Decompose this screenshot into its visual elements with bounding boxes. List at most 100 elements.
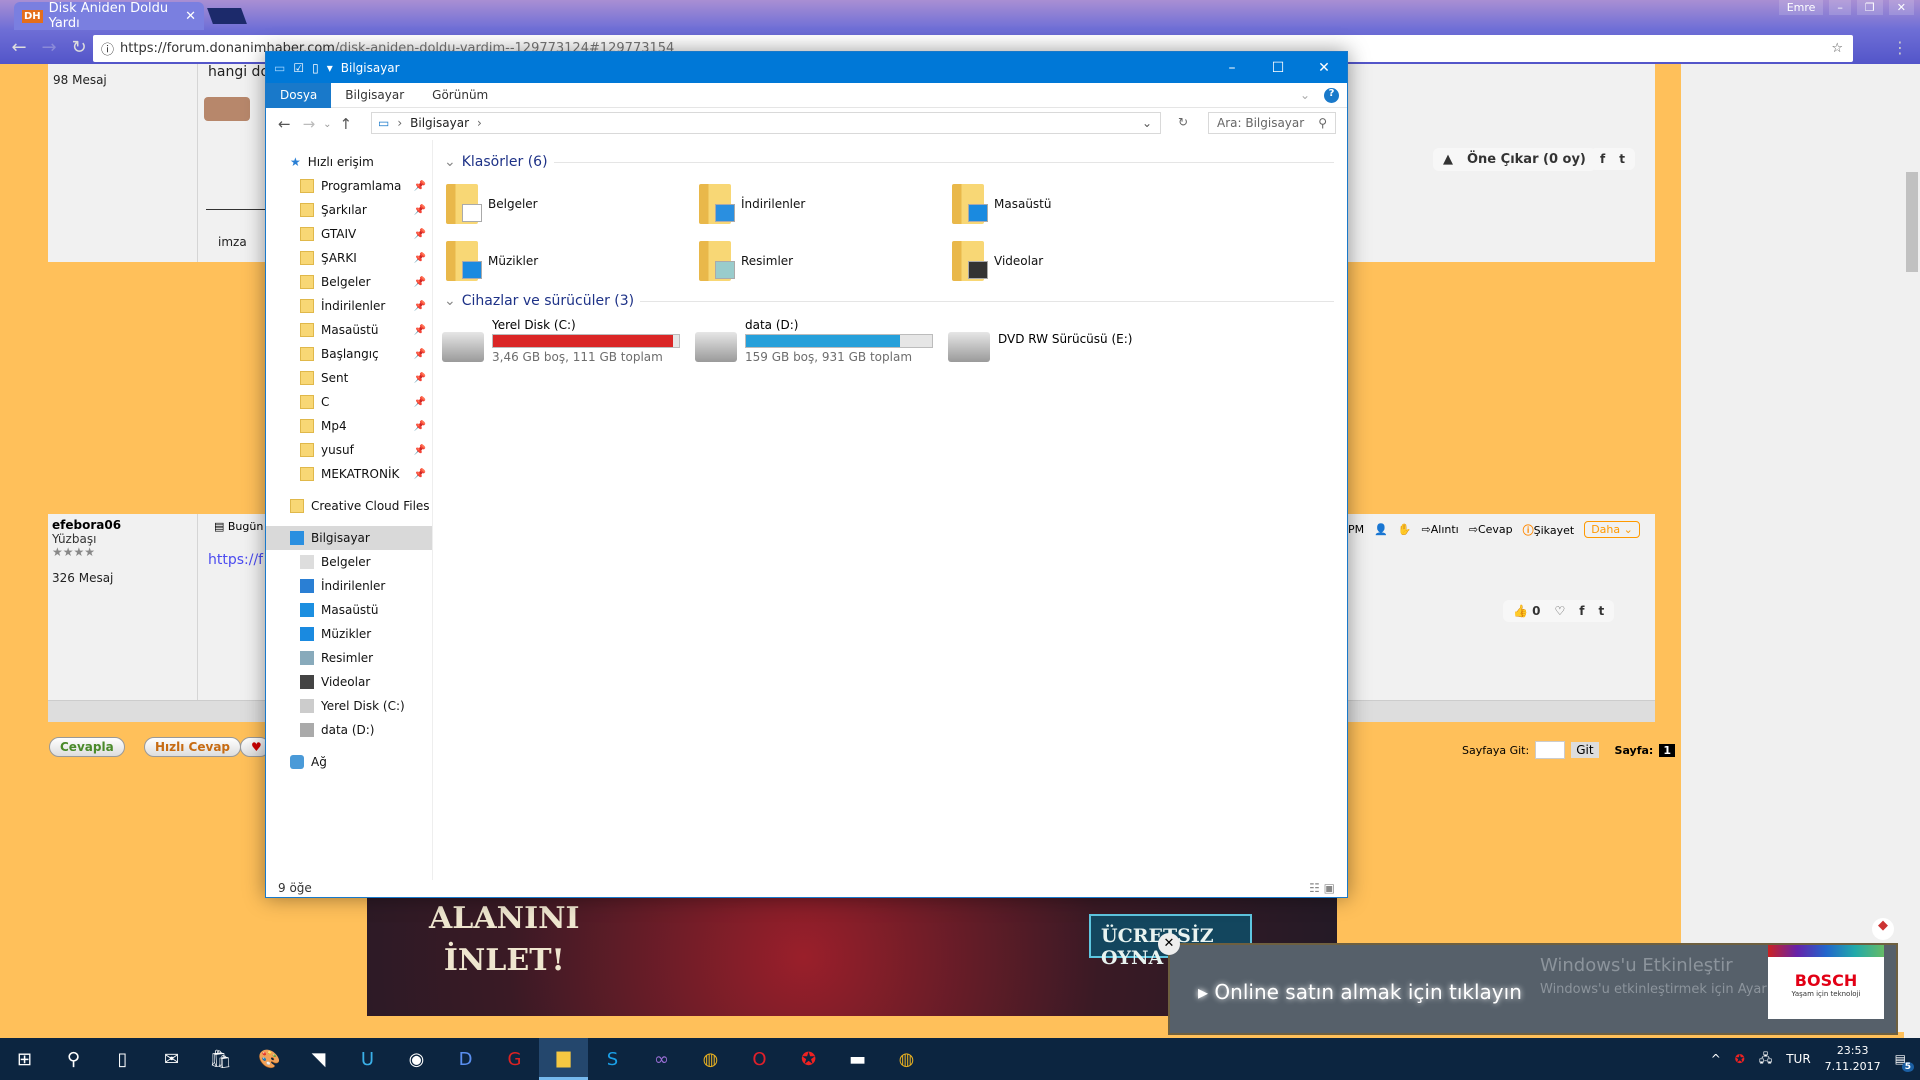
antivirus-tray-icon[interactable]: ✪	[1735, 1052, 1745, 1066]
rss-icon[interactable]: ◥	[294, 1038, 343, 1080]
nav-network[interactable]: Ağ	[266, 750, 432, 774]
nav-this-pc-item[interactable]: Müzikler	[266, 622, 432, 646]
nav-pinned-item[interactable]: Başlangıç 📌	[266, 342, 432, 366]
recent-locations-icon[interactable]: ⌄	[323, 119, 331, 130]
maximize-icon[interactable]: ☐	[1255, 60, 1301, 76]
pin-icon[interactable]: 📌	[414, 373, 426, 384]
help-icon[interactable]: ?	[1324, 87, 1339, 103]
steam-icon[interactable]: ◉	[392, 1038, 441, 1080]
menu-icon[interactable]: ⋮	[1892, 38, 1908, 57]
breadcrumb-item[interactable]: Bilgisayar	[410, 116, 469, 130]
new-tab-button[interactable]	[207, 8, 247, 24]
nav-this-pc-item[interactable]: Videolar	[266, 670, 432, 694]
pin-icon[interactable]: 📌	[414, 349, 426, 360]
search-input[interactable]: Ara: Bilgisayar ⚲	[1208, 112, 1336, 134]
address-dropdown-icon[interactable]: ⌄	[1142, 116, 1152, 130]
folder-tile[interactable]: Masaüstü	[952, 184, 1051, 224]
nav-quick-access[interactable]: ★ Hızlı erişim	[266, 150, 432, 174]
close-toast-icon[interactable]: ✕	[1158, 933, 1180, 955]
tab-view[interactable]: Görünüm	[418, 83, 502, 108]
add-friend-icon[interactable]: 👤	[1374, 523, 1388, 536]
back-icon[interactable]: ←	[8, 37, 30, 58]
file-explorer-icon[interactable]: ▆	[539, 1038, 588, 1080]
reply-button[interactable]: Cevapla	[49, 737, 125, 757]
action-center-icon[interactable]: ▤ 5	[1895, 1052, 1914, 1072]
like-button[interactable]: 👍 0	[1513, 604, 1540, 618]
minimize-icon[interactable]: –	[1829, 0, 1851, 15]
restore-icon[interactable]: ❐	[1856, 0, 1883, 15]
reload-icon[interactable]: ↻	[68, 37, 90, 58]
back-icon[interactable]: ←	[278, 115, 291, 133]
ad-toast[interactable]: ✕ ▸ Online satın almak için tıklayın Win…	[1158, 933, 1898, 1035]
ad-choices-icon[interactable]: ◆	[1872, 918, 1894, 940]
network-tray-icon[interactable]: 🖧	[1759, 1049, 1772, 1070]
show-hidden-icons[interactable]: ^	[1711, 1052, 1721, 1066]
folder-tile[interactable]: Müzikler	[446, 241, 538, 281]
page-scrollbar[interactable]	[1904, 64, 1920, 1038]
devcpp-icon[interactable]: D	[441, 1038, 490, 1080]
nav-pinned-item[interactable]: C 📌	[266, 390, 432, 414]
nav-pinned-item[interactable]: Belgeler 📌	[266, 270, 432, 294]
nav-this-pc-item[interactable]: Belgeler	[266, 550, 432, 574]
app-icon[interactable]: ✪	[784, 1038, 833, 1080]
pin-icon[interactable]: 📌	[414, 445, 426, 456]
chrome-icon[interactable]: ◍	[882, 1038, 931, 1080]
start-icon[interactable]: ⊞	[0, 1038, 49, 1080]
goto-button[interactable]: Git	[1571, 742, 1599, 758]
cmd-icon[interactable]: ▬	[833, 1038, 882, 1080]
toast-text[interactable]: ▸ Online satın almak için tıklayın	[1198, 980, 1522, 1004]
nav-pinned-item[interactable]: İndirilenler 📌	[266, 294, 432, 318]
refresh-icon[interactable]: ↻	[1178, 115, 1188, 129]
folder-tile[interactable]: Resimler	[699, 241, 793, 281]
close-tab-icon[interactable]: ✕	[185, 9, 196, 24]
block-icon[interactable]: ✋	[1398, 523, 1412, 536]
facebook-icon[interactable]: f	[1600, 152, 1605, 166]
folders-section-header[interactable]: ⌄ Klasörler (6)	[444, 152, 1334, 172]
nav-pinned-item[interactable]: GTAIV 📌	[266, 222, 432, 246]
bookmark-star-icon[interactable]: ☆	[1831, 41, 1843, 56]
nav-creative-cloud[interactable]: Creative Cloud Files	[266, 494, 432, 518]
pin-icon[interactable]: 📌	[414, 397, 426, 408]
folder-tile[interactable]: İndirilenler	[699, 184, 805, 224]
minimize-icon[interactable]: –	[1209, 60, 1255, 76]
nav-pinned-item[interactable]: MEKATRONİK 📌	[266, 462, 432, 486]
paint-icon[interactable]: 🎨	[245, 1038, 294, 1080]
pin-icon[interactable]: 📌	[414, 205, 426, 216]
properties-icon[interactable]: ☑	[293, 61, 304, 75]
tab-computer[interactable]: Bilgisayar	[331, 83, 418, 108]
mail-icon[interactable]: ✉	[147, 1038, 196, 1080]
expand-ribbon-icon[interactable]: ⌄	[1300, 88, 1310, 102]
skype-icon[interactable]: S	[588, 1038, 637, 1080]
post-link[interactable]: https://f	[208, 552, 263, 568]
drive-tile[interactable]: DVD RW Sürücüsü (E:)	[948, 318, 1132, 362]
quote-button[interactable]: ⇨Alıntı	[1422, 523, 1459, 536]
nav-pinned-item[interactable]: Sent 📌	[266, 366, 432, 390]
forward-icon[interactable]: →	[303, 115, 316, 133]
view-toggle-icons[interactable]: ☷ ▣	[1309, 881, 1335, 895]
devices-section-header[interactable]: ⌄ Cihazlar ve sürücüler (3)	[444, 291, 1334, 311]
twitter-icon[interactable]: t	[1619, 152, 1625, 166]
drive-tile[interactable]: data (D:) 159 GB boş, 931 GB toplam	[695, 318, 933, 364]
garena-icon[interactable]: G	[490, 1038, 539, 1080]
close-icon[interactable]: ✕	[1888, 0, 1914, 15]
nav-this-pc-item[interactable]: İndirilenler	[266, 574, 432, 598]
language-indicator[interactable]: TUR	[1786, 1052, 1810, 1066]
pin-icon[interactable]: 📌	[414, 229, 426, 240]
facebook-icon[interactable]: f	[1579, 604, 1584, 618]
nav-this-pc-item[interactable]: Masaüstü	[266, 598, 432, 622]
uplay-icon[interactable]: U	[343, 1038, 392, 1080]
search-icon[interactable]: ⚲	[49, 1038, 98, 1080]
nav-this-pc-item[interactable]: Yerel Disk (C:)	[266, 694, 432, 718]
chrome-icon[interactable]: ◍	[686, 1038, 735, 1080]
nav-pinned-item[interactable]: Şarkılar 📌	[266, 198, 432, 222]
nav-pinned-item[interactable]: ŞARKI 📌	[266, 246, 432, 270]
reply-button[interactable]: ⇨Cevap	[1469, 523, 1513, 536]
opera-icon[interactable]: O	[735, 1038, 784, 1080]
nav-pinned-item[interactable]: Mp4 📌	[266, 414, 432, 438]
new-folder-icon[interactable]: ▯	[312, 61, 319, 75]
favorite-heart-icon[interactable]: ♡	[1554, 604, 1565, 618]
up-icon[interactable]: ↑	[340, 115, 353, 133]
pin-icon[interactable]: 📌	[414, 253, 426, 264]
store-icon[interactable]: 🛍	[196, 1038, 245, 1080]
quick-reply-button[interactable]: Hızlı Cevap	[144, 737, 241, 757]
